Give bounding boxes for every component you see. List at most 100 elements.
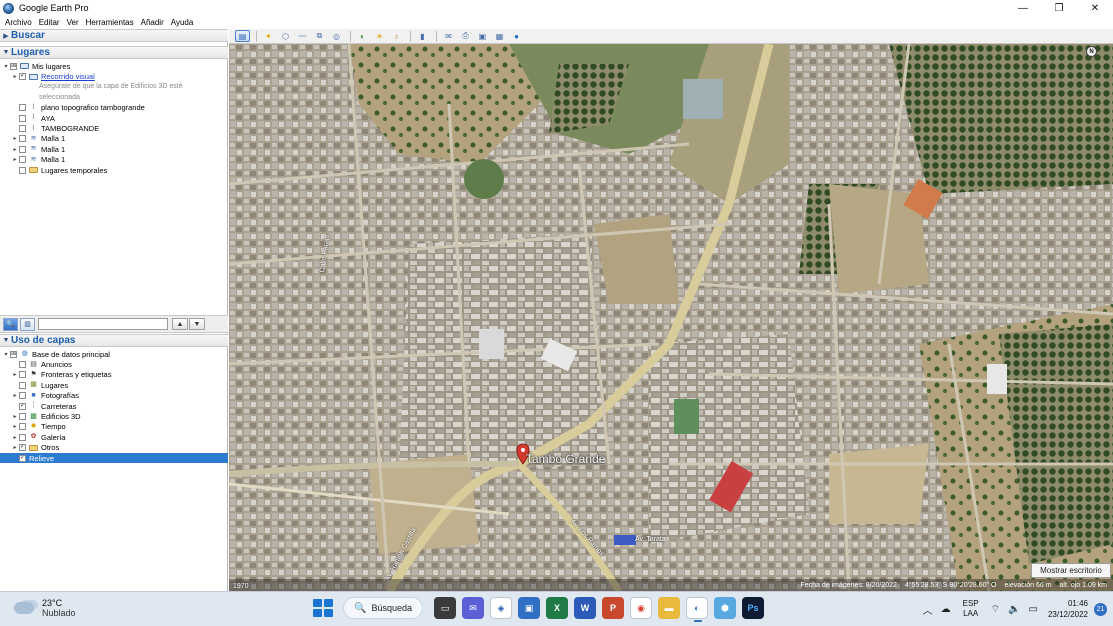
planets-icon[interactable]: ♁ xyxy=(389,30,404,42)
menu-herramientas[interactable]: Herramientas xyxy=(86,18,134,27)
ruler-icon[interactable]: ▮ xyxy=(415,30,430,42)
language-indicator[interactable]: ESP LAA xyxy=(963,599,979,619)
visibility-checkbox[interactable] xyxy=(19,114,26,122)
visibility-checkbox[interactable] xyxy=(19,145,26,153)
visibility-checkbox[interactable] xyxy=(19,371,26,379)
menu-ver[interactable]: Ver xyxy=(67,18,79,27)
place-item-row[interactable]: ▾ ☒ Mis lugares xyxy=(0,61,228,71)
teams-chat-icon[interactable]: ✉ xyxy=(462,597,484,619)
place-label[interactable]: Tambo Grande xyxy=(526,452,605,466)
expander-arrow-icon[interactable]: ▸ xyxy=(11,73,19,80)
place-item-row[interactable]: ⌇ AYA xyxy=(0,113,228,123)
layer-item-row[interactable]: ▸ ▩ Edificios 3D xyxy=(0,411,228,421)
layer-item-row[interactable]: ✓ Relieve xyxy=(0,452,228,464)
minimize-button[interactable]: — xyxy=(1005,0,1041,16)
weather-widget[interactable]: 23°C Nublado xyxy=(14,598,76,618)
print-icon[interactable]: ⎙ xyxy=(458,30,473,42)
globe-icon[interactable]: ● xyxy=(509,30,524,42)
polygon-tool-icon[interactable]: ⬡ xyxy=(278,30,293,42)
sunlight-icon[interactable]: ☀ xyxy=(372,30,387,42)
photoshop-icon[interactable]: Ps xyxy=(742,597,764,619)
place-item-row[interactable]: ⌇ plano topografico tambogrande xyxy=(0,103,228,113)
place-item-row[interactable]: ▸ ✓ Recorrido visual xyxy=(0,71,228,81)
visibility-checkbox[interactable] xyxy=(19,104,26,112)
battery-icon[interactable]: ▭ xyxy=(1029,604,1038,615)
visibility-checkbox[interactable] xyxy=(19,361,26,369)
layer-item-row[interactable]: ▸ ■ Fotografías xyxy=(0,391,228,401)
expander-arrow-icon[interactable]: ▸ xyxy=(11,423,19,430)
email-icon[interactable]: ✉ xyxy=(441,30,456,42)
visibility-checkbox[interactable] xyxy=(19,156,26,164)
expander-arrow-icon[interactable]: ▸ xyxy=(11,434,19,441)
place-item-label[interactable]: Recorrido visual xyxy=(41,72,95,81)
word-icon[interactable]: W xyxy=(574,597,596,619)
compass-north-icon[interactable]: N xyxy=(1086,46,1097,57)
powerpoint-icon[interactable]: P xyxy=(602,597,624,619)
menu-archivo[interactable]: Archivo xyxy=(5,18,32,27)
search-panel-header[interactable]: ▶ Buscar xyxy=(0,29,228,42)
place-item-row[interactable]: Lugares temporales xyxy=(0,165,228,175)
store-icon[interactable]: ▣ xyxy=(518,597,540,619)
visibility-checkbox[interactable] xyxy=(19,135,26,143)
layer-item-row[interactable]: ▸ ✹ Tiempo xyxy=(0,422,228,432)
expander-arrow-icon[interactable]: ▸ xyxy=(11,135,19,142)
expander-arrow-icon[interactable]: ▸ xyxy=(11,371,19,378)
maximize-button[interactable]: ❐ xyxy=(1041,0,1077,16)
volume-icon[interactable]: 🔈 xyxy=(1008,604,1020,615)
file-explorer-icon[interactable]: ▬ xyxy=(658,597,680,619)
clock[interactable]: 01:46 23/12/2022 xyxy=(1048,598,1088,620)
visibility-checkbox[interactable]: ☒ xyxy=(10,350,17,358)
visibility-checkbox[interactable] xyxy=(19,433,26,441)
layer-item-row[interactable]: ✓ ⋮ Carreteras xyxy=(0,401,228,411)
expander-arrow-icon[interactable]: ▸ xyxy=(11,413,19,420)
expander-arrow-icon[interactable]: ▸ xyxy=(11,156,19,163)
layer-item-row[interactable]: ▸ ✓ Otros xyxy=(0,443,228,453)
menu-ayuda[interactable]: Ayuda xyxy=(171,18,194,27)
visibility-checkbox[interactable] xyxy=(19,381,26,389)
google-earth-taskbar-icon[interactable]: ◐ xyxy=(686,597,708,622)
expander-arrow-icon[interactable]: ▸ xyxy=(11,444,19,451)
image-overlay-icon[interactable]: ⧉ xyxy=(312,30,327,42)
expander-arrow-icon[interactable]: ▾ xyxy=(2,63,10,70)
windows-start-icon[interactable] xyxy=(311,597,333,619)
layer-item-row[interactable]: ▸ ⚑ Fronteras y etiquetas xyxy=(0,370,228,380)
expander-arrow-icon[interactable]: ▸ xyxy=(11,392,19,399)
visibility-checkbox[interactable] xyxy=(19,423,26,431)
excel-icon[interactable]: X xyxy=(546,597,568,619)
layer-item-row[interactable]: ▾ ☒ ◍ Base de datos principal xyxy=(0,349,228,359)
chevron-up-icon[interactable]: ︿ xyxy=(923,602,933,617)
place-item-row[interactable]: ▸ ≋ Malla 1 xyxy=(0,155,228,165)
wifi-icon[interactable]: ⌔ xyxy=(991,603,1000,616)
maps-app-icon[interactable]: ⬢ xyxy=(714,597,736,619)
record-tour-icon[interactable]: ◎ xyxy=(329,30,344,42)
visibility-checkbox[interactable]: ✓ xyxy=(19,444,26,452)
cloud-sync-icon[interactable]: ☁ xyxy=(941,604,951,615)
place-item-row[interactable]: ⌇ TAMBOGRANDE xyxy=(0,123,228,133)
visibility-checkbox[interactable]: ✓ xyxy=(19,454,26,462)
visibility-checkbox[interactable]: ✓ xyxy=(19,73,26,81)
place-item-row[interactable]: ▸ ≋ Malla 1 xyxy=(0,134,228,144)
next-result-button[interactable]: ▼ xyxy=(189,318,205,330)
path-tool-icon[interactable]: 〰 xyxy=(295,30,310,42)
taskbar-search-button[interactable]: 🔍 Búsqueda xyxy=(343,597,423,619)
places-filter-input[interactable] xyxy=(38,318,168,330)
previous-result-button[interactable]: ▲ xyxy=(172,318,188,330)
expander-arrow-icon[interactable]: ▸ xyxy=(11,146,19,153)
map-view[interactable]: Tambo Grande Av. Ramon Castilla Calle Pa… xyxy=(229,44,1113,591)
menu-editar[interactable]: Editar xyxy=(39,18,60,27)
expander-arrow-icon[interactable]: ▾ xyxy=(2,351,10,358)
visibility-checkbox[interactable] xyxy=(19,125,26,133)
save-image-icon[interactable]: ▣ xyxy=(475,30,490,42)
close-button[interactable]: ✕ xyxy=(1077,0,1113,16)
place-item-row[interactable]: ▸ ≋ Malla 1 xyxy=(0,144,228,154)
vpn-app-icon[interactable]: ◈ xyxy=(490,597,512,619)
places-panel-header[interactable]: ▼ Lugares xyxy=(0,46,228,59)
panel-toggle-icon[interactable]: ▥ xyxy=(20,317,35,331)
historical-imagery-icon[interactable]: ◐ xyxy=(355,30,370,42)
placemark-icon[interactable]: ✦ xyxy=(261,30,276,42)
maps-icon[interactable]: ▦ xyxy=(492,30,507,42)
visibility-checkbox[interactable]: ✓ xyxy=(19,402,26,410)
visibility-checkbox[interactable] xyxy=(19,413,26,421)
task-view-icon[interactable]: ▭ xyxy=(434,597,456,619)
chrome-icon[interactable]: ◉ xyxy=(630,597,652,619)
